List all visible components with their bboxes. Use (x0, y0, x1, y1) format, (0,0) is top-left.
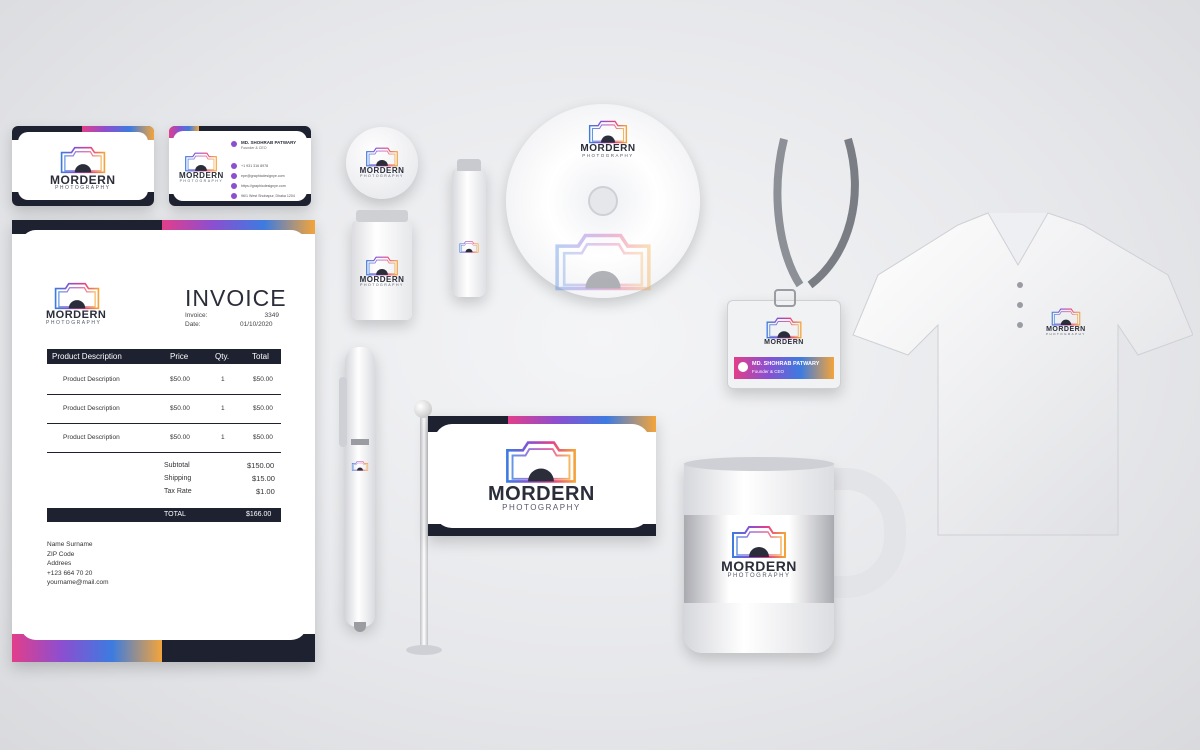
brand-logo: MORDERN PHOTOGRAPHY (179, 152, 224, 184)
flag: MORDERN PHOTOGRAPHY (428, 416, 656, 536)
button-badge: MORDERN PHOTOGRAPHY (346, 127, 418, 199)
brand-logo: MORDERN PHOTOGRAPHY (50, 146, 116, 191)
brand-logo: MORDERN (758, 317, 810, 346)
invoice-total-bar: TOTAL $166.00 (47, 508, 281, 522)
invoice-sheet: MORDERN PHOTOGRAPHY INVOICE Invoice: 334… (12, 220, 315, 662)
cd-disc: MORDERN PHOTOGRAPHY (506, 104, 700, 298)
brand-logo: MORDERN PHOTOGRAPHY (720, 525, 798, 579)
brand-logo: MORDERN PHOTOGRAPHY (358, 147, 406, 179)
camera-logo-icon (489, 440, 593, 484)
camera-logo-icon (758, 317, 810, 339)
camera-logo-icon (351, 459, 369, 473)
business-card-front: MORDERN PHOTOGRAPHY (12, 126, 154, 206)
camera-logo-icon (358, 147, 406, 167)
camera-logo-icon (457, 241, 481, 253)
web-icon (231, 183, 237, 189)
invoice-table-header: Product Description Price Qty. Total (47, 349, 281, 364)
flag-pole (420, 404, 428, 652)
email-icon (231, 173, 237, 179)
user-icon (738, 362, 748, 372)
badge-name-strip: MD. SHOHRAB PATWARY Founder & CEO (734, 357, 834, 379)
pen-logo (351, 459, 369, 499)
business-card-back: MORDERN PHOTOGRAPHY MD. SHOHRAB PATWARY … (169, 126, 311, 206)
camera-logo-icon (1047, 308, 1085, 326)
flag-base (406, 645, 442, 655)
pen (339, 347, 375, 632)
phone-icon (231, 163, 237, 169)
subtotal-value: $150.00 (247, 461, 275, 470)
brand-logo: MORDERN PHOTOGRAPHY (580, 120, 636, 159)
table-row: Product Description $50.00 1 $50.00 (47, 423, 281, 453)
location-icon (231, 193, 237, 199)
polo-shirt (852, 212, 1193, 536)
lighter: MORDERN PHOTOGRAPHY (352, 210, 412, 320)
tax-value: $1.00 (256, 487, 275, 496)
brand-logo: MORDERN PHOTOGRAPHY (1046, 308, 1086, 336)
brand-logo: MORDERN PHOTOGRAPHY (358, 256, 406, 288)
brand-logo: MORDERN PHOTOGRAPHY (488, 440, 595, 512)
mug: MORDERN PHOTOGRAPHY (684, 457, 834, 653)
camera-logo-icon (181, 152, 221, 172)
shipping-value: $15.00 (252, 474, 275, 483)
camera-logo-icon (53, 146, 113, 174)
camera-watermark-icon (544, 232, 662, 292)
id-badge: MORDERN MD. SHOHRAB PATWARY Founder & CE… (727, 289, 841, 389)
camera-logo-icon (720, 525, 798, 559)
table-row: Product Description $50.00 1 $50.00 (47, 365, 281, 395)
table-row: Product Description $50.00 1 $50.00 (47, 394, 281, 424)
camera-logo-icon (358, 256, 406, 276)
brand-logo: MORDERN PHOTOGRAPHY (46, 282, 108, 326)
user-icon (231, 141, 237, 147)
camera-logo-icon (580, 120, 636, 144)
camera-logo-icon (46, 282, 108, 310)
usb-drive (452, 159, 486, 297)
invoice-title: INVOICE (185, 285, 287, 311)
